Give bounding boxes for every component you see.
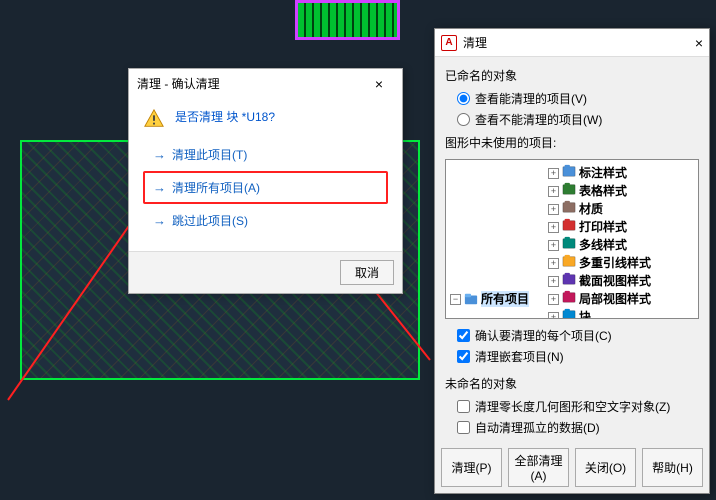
- radio-view-purgeable-input[interactable]: [457, 92, 470, 105]
- confirm-purge-dialog: 清理 - 确认清理 × 是否清理 块 *U18? → 清理此项目(T) → 清理所有项…: [128, 68, 403, 294]
- arrow-right-icon: →: [153, 147, 166, 162]
- radio-view-nonpurgeable[interactable]: 查看不能清理的项目(W): [457, 111, 699, 128]
- unnamed-objects-label: 未命名的对象: [445, 375, 699, 392]
- chk-nested-input[interactable]: [457, 350, 470, 363]
- tree-item-label: 块: [579, 309, 591, 319]
- tree-item[interactable]: + 局部视图样式: [548, 290, 651, 308]
- category-icon: [562, 164, 576, 182]
- category-icon: [562, 218, 576, 236]
- tree-item-label: 局部视图样式: [579, 291, 651, 307]
- chk-zero-length-input[interactable]: [457, 400, 470, 413]
- confirm-option-label: 跳过此项目(S): [172, 212, 248, 229]
- expand-icon[interactable]: +: [548, 258, 559, 269]
- close-icon[interactable]: ×: [364, 76, 394, 92]
- confirm-option-label: 清理所有项目(A): [172, 179, 260, 196]
- purge-tree[interactable]: − 所有项目 + 标注样式 + 表格样式 + 材质 + 打印样式 + 多线样式 + 多重引线样式 + 截面视图…: [445, 159, 699, 319]
- category-icon: [562, 290, 576, 308]
- tree-item-label: 多线样式: [579, 237, 627, 253]
- tree-item[interactable]: + 截面视图样式: [548, 272, 651, 290]
- app-icon: A: [441, 35, 457, 51]
- expand-icon[interactable]: +: [548, 222, 559, 233]
- radio-view-nonpurgeable-input[interactable]: [457, 113, 470, 126]
- chk-confirm-each[interactable]: 确认要清理的每个项目(C): [457, 327, 699, 344]
- expand-icon[interactable]: +: [548, 276, 559, 287]
- close-button[interactable]: 关闭(O): [575, 448, 636, 487]
- expand-icon[interactable]: +: [548, 294, 559, 305]
- tree-item[interactable]: +块: [548, 308, 591, 319]
- chk-confirm-each-input[interactable]: [457, 329, 470, 342]
- category-icon: [562, 200, 576, 218]
- tree-item-label: 表格样式: [579, 183, 627, 199]
- arrow-right-icon: →: [153, 213, 166, 228]
- purge-button[interactable]: 清理(P): [441, 448, 502, 487]
- named-objects-label: 已命名的对象: [445, 67, 699, 84]
- expand-icon[interactable]: +: [548, 240, 559, 251]
- tree-item[interactable]: + 材质: [548, 200, 603, 218]
- radio-view-purgeable[interactable]: 查看能清理的项目(V): [457, 90, 699, 107]
- warning-icon: [143, 108, 165, 130]
- chk-zero-length[interactable]: 清理零长度几何图形和空文字对象(Z): [457, 398, 699, 415]
- purge-title: 清理: [463, 34, 673, 51]
- confirm-question: 是否清理 块 *U18?: [175, 108, 275, 125]
- category-icon: [562, 254, 576, 272]
- tree-label: 图形中未使用的项目:: [445, 134, 699, 151]
- tree-item-label: 打印样式: [579, 219, 627, 235]
- tree-item[interactable]: + 打印样式: [548, 218, 627, 236]
- help-button[interactable]: 帮助(H): [642, 448, 703, 487]
- tree-item[interactable]: + 多线样式: [548, 236, 627, 254]
- tree-item-label: 材质: [579, 201, 603, 217]
- tree-item-label: 截面视图样式: [579, 273, 651, 289]
- confirm-option-1[interactable]: → 清理所有项目(A): [143, 171, 388, 204]
- chk-orphan-data[interactable]: 自动清理孤立的数据(D): [457, 419, 699, 436]
- confirm-option-label: 清理此项目(T): [172, 146, 247, 163]
- confirm-title: 清理 - 确认清理: [137, 75, 364, 92]
- expand-icon[interactable]: +: [548, 186, 559, 197]
- collapse-icon[interactable]: −: [450, 294, 461, 305]
- tree-item[interactable]: + 多重引线样式: [548, 254, 651, 272]
- purge-all-button[interactable]: 全部清理(A): [508, 448, 569, 487]
- chk-orphan-data-input[interactable]: [457, 421, 470, 434]
- tree-item[interactable]: + 标注样式: [548, 164, 627, 182]
- expand-icon[interactable]: +: [548, 312, 559, 320]
- close-icon[interactable]: ×: [673, 35, 703, 51]
- chk-nested[interactable]: 清理嵌套项目(N): [457, 348, 699, 365]
- expand-icon[interactable]: +: [548, 204, 559, 215]
- tree-root-label: 所有项目: [481, 291, 529, 307]
- expand-icon[interactable]: +: [548, 168, 559, 179]
- purge-dialog: A 清理 × 已命名的对象 查看能清理的项目(V) 查看不能清理的项目(W) 图…: [434, 28, 710, 494]
- confirm-option-0[interactable]: → 清理此项目(T): [143, 138, 388, 171]
- tree-item[interactable]: + 表格样式: [548, 182, 627, 200]
- category-icon: [562, 236, 576, 254]
- category-icon: [562, 272, 576, 290]
- tree-root-node[interactable]: − 所有项目: [450, 291, 529, 307]
- confirm-option-2[interactable]: → 跳过此项目(S): [143, 204, 388, 237]
- arrow-right-icon: →: [153, 180, 166, 195]
- folder-icon: [464, 292, 478, 306]
- tree-item-label: 标注样式: [579, 165, 627, 181]
- category-icon: [562, 308, 576, 319]
- tree-item-label: 多重引线样式: [579, 255, 651, 271]
- cancel-button[interactable]: 取消: [340, 260, 394, 285]
- category-icon: [562, 182, 576, 200]
